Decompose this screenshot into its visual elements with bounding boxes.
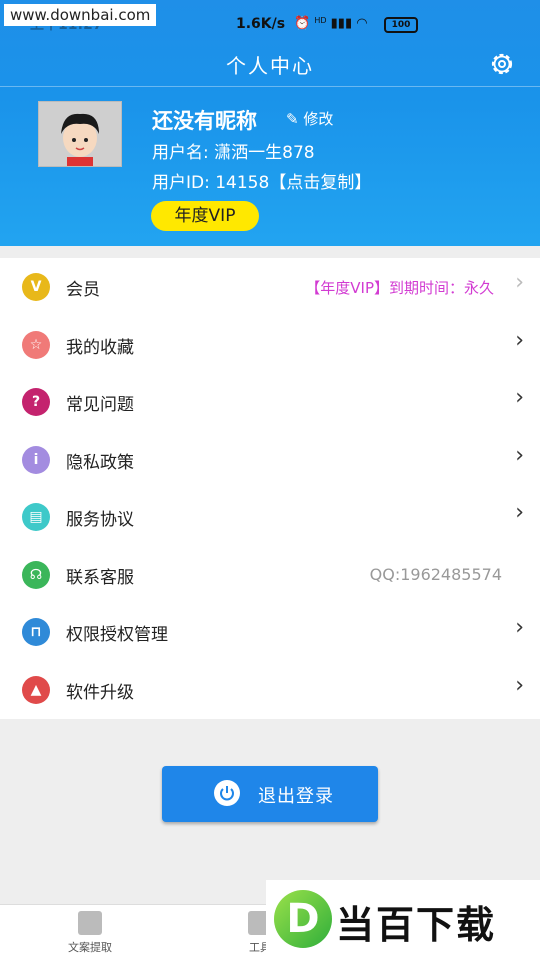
title-bar: 个人中心: [0, 44, 540, 86]
nickname: 还没有昵称: [152, 109, 257, 133]
menu-item-terms[interactable]: ▤ 服务协议 ›: [0, 488, 540, 545]
chevron-right-icon: ›: [515, 673, 524, 698]
chevron-right-icon: ›: [515, 500, 524, 525]
avatar-cartoon-icon: [39, 102, 121, 166]
watermark-url: www.downbai.com: [4, 4, 157, 26]
network-speed: 1.6K/s: [236, 16, 286, 32]
menu-label: 我的收藏: [66, 338, 134, 358]
menu-label: 常见问题: [66, 395, 134, 415]
menu-label: 隐私政策: [66, 453, 134, 473]
rocket-icon: ▲: [22, 676, 50, 704]
vip-icon: V: [22, 273, 50, 301]
tab-copy-extract[interactable]: 文案提取: [60, 911, 120, 955]
star-icon: ☆: [22, 331, 50, 359]
menu-item-permissions[interactable]: ⊓ 权限授权管理 ›: [0, 603, 540, 660]
menu-item-faq[interactable]: ? 常见问题 ›: [0, 373, 540, 430]
menu-label: 权限授权管理: [66, 625, 168, 645]
vip-expiry: 【年度VIP】到期时间：永久: [305, 279, 494, 297]
alarm-icon: ⏰: [294, 16, 311, 31]
menu-item-favorites[interactable]: ☆ 我的收藏 ›: [0, 316, 540, 373]
chevron-right-icon: ›: [515, 385, 524, 410]
avatar[interactable]: [38, 101, 122, 167]
chevron-right-icon: ›: [515, 270, 524, 295]
watermark-logo-icon: D: [274, 890, 332, 948]
headset-icon: ☊: [22, 561, 50, 589]
logout-button[interactable]: 退出登录: [162, 766, 378, 822]
user-id-copy[interactable]: 用户ID: 14158【点击复制】: [152, 168, 371, 193]
menu-label: 联系客服: [66, 568, 134, 588]
lock-icon: ⊓: [22, 618, 50, 646]
tab-label: 文案提取: [68, 941, 112, 954]
watermark-text: 当百下载: [336, 903, 497, 947]
edit-nickname-button[interactable]: ✎ 修改: [286, 108, 333, 129]
chevron-right-icon: ›: [515, 443, 524, 468]
menu-item-upgrade[interactable]: ▲ 软件升级 ›: [0, 661, 540, 718]
signal-icon: ▮▮▮: [330, 16, 353, 31]
settings-gear-icon[interactable]: [488, 50, 516, 78]
status-icons: ⏰ HD ▮▮▮ ◠: [294, 16, 368, 31]
page-title: 个人中心: [226, 54, 314, 78]
logout-label: 退出登录: [258, 786, 334, 807]
profile-header: 上午11:27 www.downbai.com 1.6K/s ⏰ HD ▮▮▮ …: [0, 0, 540, 246]
menu-label: 服务协议: [66, 510, 134, 530]
edit-icon: ✎: [286, 110, 299, 128]
signal-label: HD: [314, 16, 327, 25]
support-qq: QQ:1962485574: [369, 565, 502, 584]
info-icon: i: [22, 446, 50, 474]
wifi-icon: ◠: [356, 16, 368, 31]
header-divider: [0, 86, 540, 87]
menu-label: 软件升级: [66, 683, 134, 703]
chevron-right-icon: ›: [515, 328, 524, 353]
menu-item-support[interactable]: ☊ 联系客服 QQ:1962485574: [0, 546, 540, 603]
edit-label: 修改: [303, 110, 334, 128]
menu-label: 会员: [66, 280, 100, 300]
question-icon: ?: [22, 388, 50, 416]
username: 用户名: 潇洒一生878: [152, 143, 315, 163]
vip-badge: 年度VIP: [151, 201, 259, 231]
status-bar: 上午11:27 www.downbai.com 1.6K/s ⏰ HD ▮▮▮ …: [0, 0, 540, 44]
power-icon: [214, 780, 240, 806]
menu-list: V 会员 【年度VIP】到期时间：永久 › ☆ 我的收藏 › ? 常见问题 › …: [0, 258, 540, 719]
menu-item-privacy[interactable]: i 隐私政策 ›: [0, 431, 540, 488]
document-tab-icon: [78, 911, 102, 935]
menu-item-vip[interactable]: V 会员 【年度VIP】到期时间：永久 ›: [0, 258, 540, 315]
chevron-right-icon: ›: [515, 615, 524, 640]
battery-icon: 100: [384, 17, 418, 33]
document-icon: ▤: [22, 503, 50, 531]
watermark-logo-box: D 当百下载: [266, 880, 540, 960]
